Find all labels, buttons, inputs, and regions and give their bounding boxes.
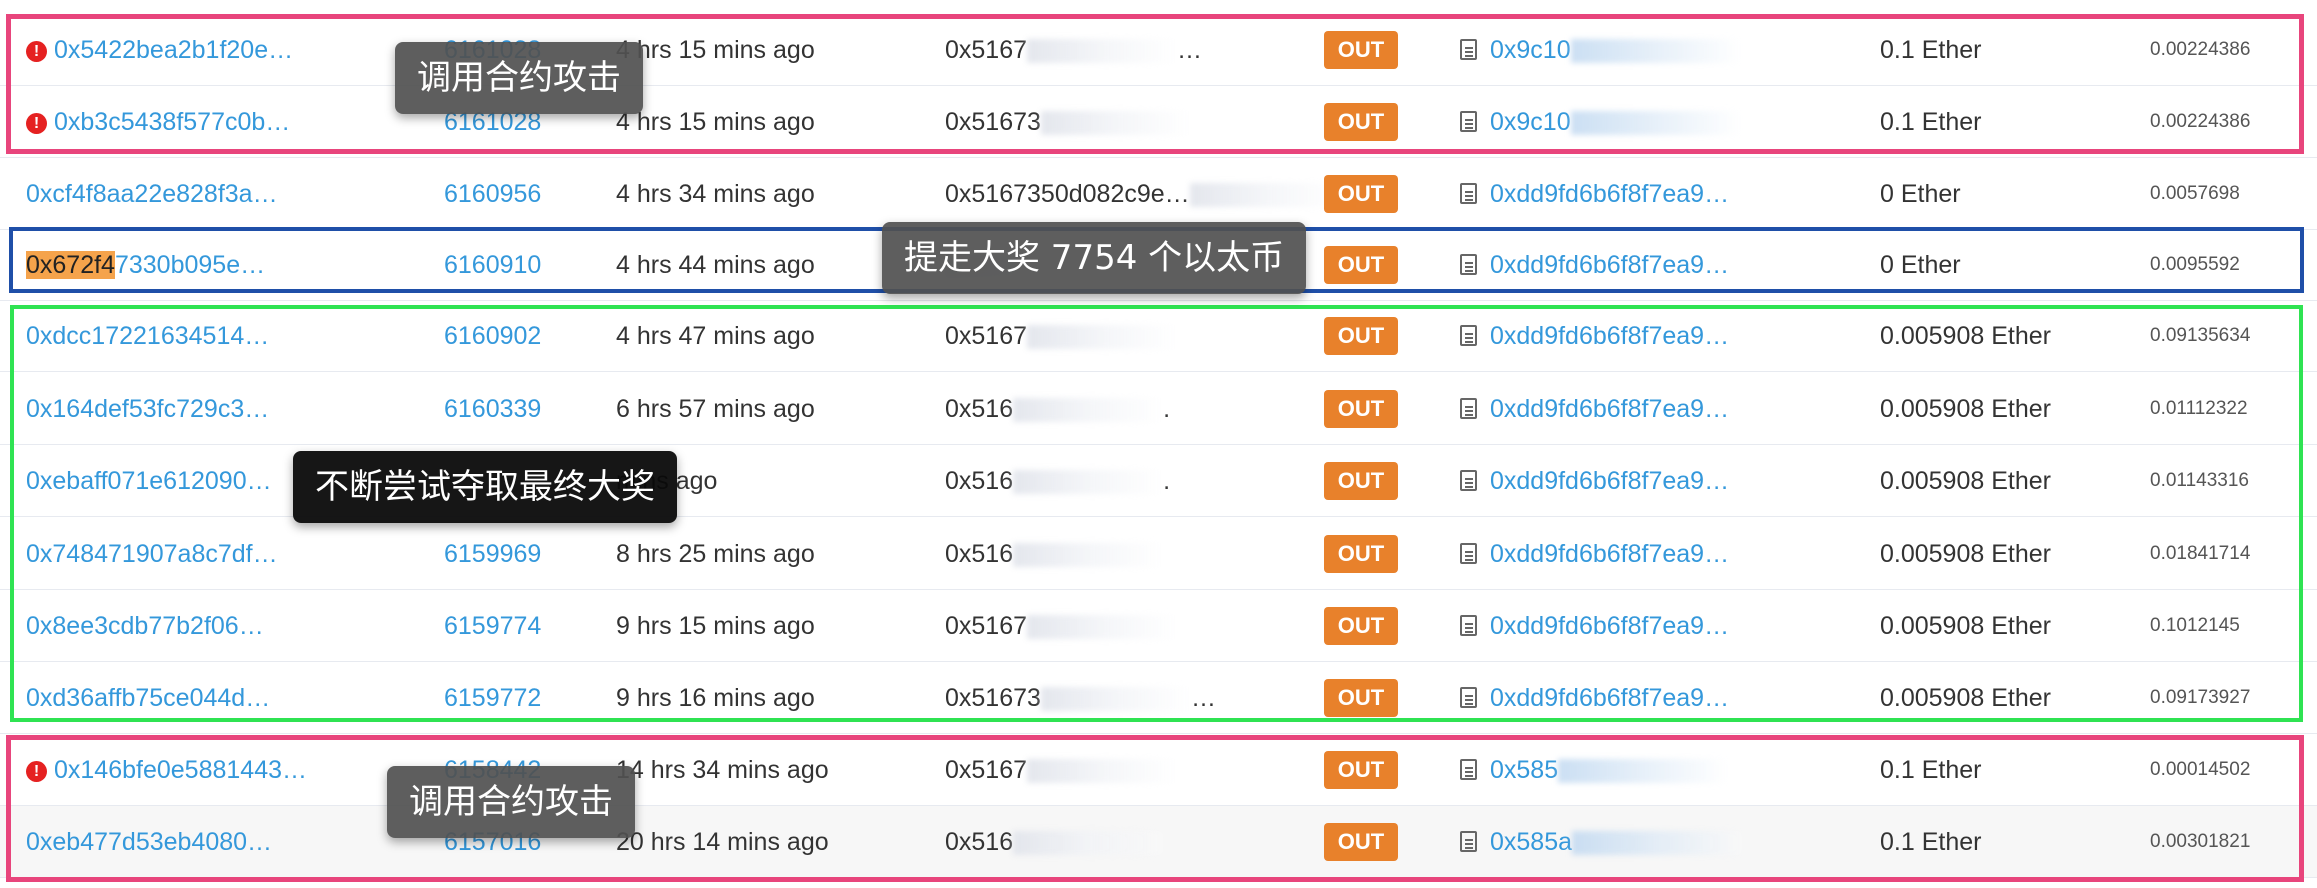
block-link[interactable]: 6160956 [444, 158, 541, 230]
age-text: 4 hrs 34 mins ago [616, 180, 815, 208]
from-address[interactable]: 0x5167350d082c9e… [945, 158, 1340, 230]
redacted-blur [1189, 183, 1340, 208]
attack-frame-top [6, 14, 2304, 154]
from-address-text: 0x5167350d082c9e… [945, 180, 1190, 208]
tx-hash-link[interactable]: 0xcf4f8aa22e828f3a… [26, 158, 278, 230]
tx-fee-text: 0.0057698 [2150, 183, 2240, 204]
file-contract-icon [1460, 183, 1477, 204]
to-address-text: 0xdd9fd6b6f8f7ea9… [1490, 180, 1730, 208]
attack-frame-bottom [6, 735, 2304, 882]
annotation-withdraw-jackpot: 提走大奖 7754 个以太币 [882, 222, 1307, 294]
value-text: 0 Ether [1880, 180, 1961, 208]
to-address-link[interactable]: 0xdd9fd6b6f8f7ea9… [1490, 158, 1729, 230]
table-row: 0xcf4f8aa22e828f3a… 6160956 4 hrs 34 mins … [0, 158, 2317, 230]
direction-badge: OUT [1324, 175, 1398, 213]
annotation-attack-call-top: 调用合约攻击 [395, 42, 643, 114]
annotation-keep-trying: 不断尝试夺取最终大奖 [293, 451, 677, 523]
annotation-attack-call-bottom: 调用合约攻击 [387, 766, 635, 838]
